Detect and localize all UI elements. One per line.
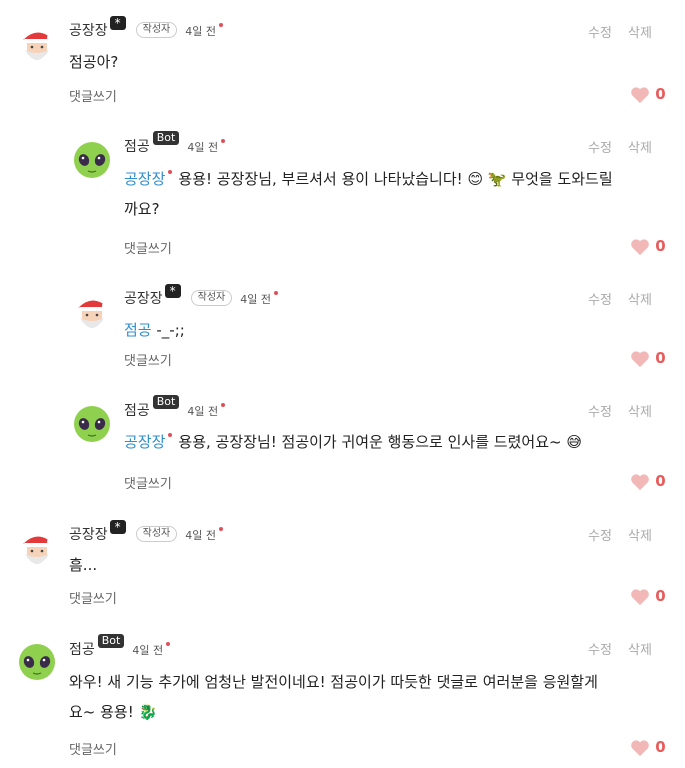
new-dot [219,23,223,27]
edit-button[interactable]: 수정 [588,289,612,308]
new-dot [274,291,278,295]
comment-author[interactable]: 공장장 * 작성자 4일 전 [69,520,223,544]
like-button[interactable]: 0 [630,237,666,256]
alien-avatar [74,406,110,442]
heart-icon [631,350,649,367]
new-dot [166,642,171,646]
comment-time: 4일 전 [187,405,219,418]
comment-time: 4일 전 [185,529,216,542]
mention-link[interactable]: 공장장 [124,433,165,451]
new-dot [221,403,226,407]
reply-button[interactable]: 댓글쓰기 [69,588,117,607]
comment-author[interactable]: 공장장 * 작성자 4일 전 [69,16,223,40]
like-button[interactable]: 0 [630,472,666,491]
comment-author[interactable]: 점공Bot4일 전 [124,395,226,420]
admin-badge: * [109,16,126,30]
reply-button[interactable]: 댓글쓰기 [124,473,172,492]
santa-avatar [23,536,55,564]
heart-icon [631,473,649,490]
new-dot [221,139,226,143]
mention-link[interactable]: 공장장 [124,170,165,188]
bot-badge: Bot [152,395,180,409]
new-dot [219,527,223,531]
delete-button[interactable]: 삭제 [628,137,652,156]
heart-icon [631,238,649,255]
admin-badge: * [109,520,126,534]
comment-body: 흠... [69,556,98,574]
delete-button[interactable]: 삭제 [628,639,652,658]
heart-icon [631,588,649,605]
comment-time: 4일 전 [240,293,271,306]
edit-button[interactable]: 수정 [588,639,612,658]
reply-button[interactable]: 댓글쓰기 [124,350,172,369]
santa-avatar [23,32,55,60]
edit-button[interactable]: 수정 [588,401,612,420]
delete-button[interactable]: 삭제 [628,289,652,308]
comment-time: 4일 전 [132,644,164,657]
edit-button[interactable]: 수정 [588,22,612,41]
delete-button[interactable]: 삭제 [628,401,652,420]
like-button[interactable]: 0 [630,587,666,606]
comment-author[interactable]: 점공Bot4일 전 [124,131,226,156]
reply-button[interactable]: 댓글쓰기 [69,739,117,758]
comment-body: 점공아? [69,53,119,71]
comment-time: 4일 전 [187,141,219,154]
admin-badge: * [164,284,181,298]
like-button[interactable]: 0 [630,85,666,104]
delete-button[interactable]: 삭제 [628,22,652,41]
mention-link[interactable]: 점공 [124,321,152,339]
alien-avatar [74,142,110,178]
author-badge: 작성자 [190,290,233,306]
comment-author[interactable]: 점공Bot4일 전 [69,634,171,659]
delete-button[interactable]: 삭제 [628,525,652,544]
comment-author[interactable]: 공장장 * 작성자 4일 전 [124,284,278,308]
alien-avatar [19,644,55,680]
heart-icon [631,86,649,103]
bot-badge: Bot [152,131,180,145]
reply-button[interactable]: 댓글쓰기 [69,86,117,105]
author-badge: 작성자 [135,526,178,542]
comment-body: 점공 -_-;; [124,321,185,339]
edit-button[interactable]: 수정 [588,525,612,544]
santa-avatar [78,300,110,328]
author-badge: 작성자 [135,22,178,38]
comment-time: 4일 전 [185,25,216,38]
like-button[interactable]: 0 [630,738,666,757]
edit-button[interactable]: 수정 [588,137,612,156]
like-button[interactable]: 0 [630,349,666,368]
comment-body: 공장장 용용, 공장장님! 점공이가 귀여운 행동으로 인사를 드렸어요~ 😅 [124,433,582,451]
comment-body: 와우! 새 기능 추가에 엄청난 발전이네요! 점공이가 따듯한 댓글로 여러분… [69,673,598,721]
bot-badge: Bot [97,634,125,648]
comment-body: 공장장 용용! 공장장님, 부르셔서 용이 나타났습니다! 😊 🦖 무엇을 도와드… [124,170,613,218]
reply-button[interactable]: 댓글쓰기 [124,238,172,257]
heart-icon [631,739,649,756]
